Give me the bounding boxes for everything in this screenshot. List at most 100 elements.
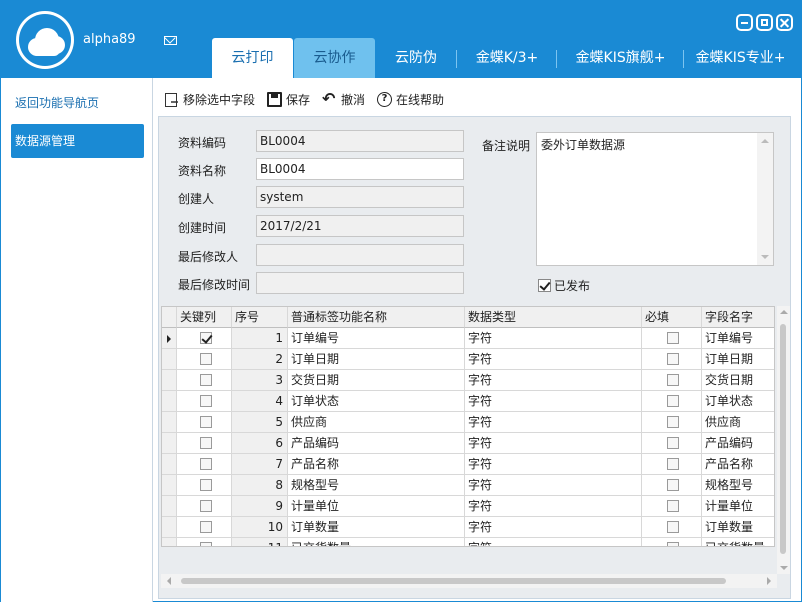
sidebar-item-back-nav[interactable]: 返回功能导航页 — [11, 86, 144, 120]
row-selector[interactable] — [162, 433, 177, 454]
table-row[interactable]: 2 订单日期 字符 订单日期 — [162, 349, 774, 370]
row-selector[interactable] — [162, 538, 177, 546]
required-checkbox[interactable] — [667, 499, 679, 512]
required-checkbox[interactable] — [667, 415, 679, 428]
remove-field-button[interactable]: 移除选中字段 — [164, 91, 255, 108]
key-checkbox[interactable] — [199, 436, 212, 449]
key-cell[interactable] — [177, 412, 232, 433]
key-cell[interactable] — [177, 454, 232, 475]
remarks-textarea[interactable]: 委外订单数据源 — [536, 132, 774, 266]
help-button[interactable]: ? 在线帮助 — [377, 91, 444, 108]
table-row[interactable]: 9 计量单位 字符 计量单位 — [162, 496, 774, 517]
row-selector[interactable] — [162, 412, 177, 433]
key-cell[interactable] — [177, 433, 232, 454]
type-cell[interactable]: 字符 — [465, 454, 642, 475]
type-cell[interactable]: 字符 — [465, 517, 642, 538]
modified-time-field[interactable] — [256, 272, 464, 294]
key-checkbox[interactable] — [199, 415, 212, 428]
name-cell[interactable]: 交货日期 — [288, 370, 465, 391]
field-cell[interactable]: 订单编号 — [702, 328, 774, 349]
name-field[interactable]: BL0004 — [256, 158, 464, 180]
name-cell[interactable]: 已交货数量 — [288, 538, 465, 546]
modifier-field[interactable] — [256, 244, 464, 266]
grid-horizontal-scrollbar[interactable] — [161, 574, 777, 588]
field-cell[interactable]: 规格型号 — [702, 475, 774, 496]
field-cell[interactable]: 产品名称 — [702, 454, 774, 475]
name-cell[interactable]: 产品编码 — [288, 433, 465, 454]
field-cell[interactable]: 已交货数量 — [702, 538, 774, 546]
required-checkbox[interactable] — [667, 352, 679, 365]
key-cell[interactable] — [177, 496, 232, 517]
name-cell[interactable]: 计量单位 — [288, 496, 465, 517]
field-cell[interactable]: 订单数量 — [702, 517, 774, 538]
field-cell[interactable]: 供应商 — [702, 412, 774, 433]
required-checkbox[interactable] — [667, 520, 679, 533]
table-row[interactable]: 8 规格型号 字符 规格型号 — [162, 475, 774, 496]
scroll-down-icon[interactable] — [761, 255, 769, 259]
type-cell[interactable]: 字符 — [465, 391, 642, 412]
name-cell[interactable]: 订单数量 — [288, 517, 465, 538]
key-cell[interactable] — [177, 517, 232, 538]
type-cell[interactable]: 字符 — [465, 496, 642, 517]
key-checkbox[interactable] — [199, 352, 212, 365]
grid-vertical-scrollbar[interactable] — [777, 306, 790, 574]
tab-kingdee-kis-flagship[interactable]: 金蝶KIS旗舰+ — [557, 38, 684, 78]
key-cell[interactable] — [177, 538, 232, 546]
created-time-field[interactable]: 2017/2/21 — [256, 215, 464, 237]
required-cell[interactable] — [642, 370, 702, 391]
row-selector[interactable] — [162, 391, 177, 412]
creator-field[interactable]: system — [256, 186, 464, 208]
key-cell[interactable] — [177, 349, 232, 370]
required-checkbox[interactable] — [667, 436, 679, 449]
table-row[interactable]: 10 订单数量 字符 订单数量 — [162, 517, 774, 538]
key-checkbox[interactable] — [199, 457, 212, 470]
required-cell[interactable] — [642, 328, 702, 349]
scroll-up-icon[interactable] — [780, 310, 788, 314]
name-cell[interactable]: 订单状态 — [288, 391, 465, 412]
save-button[interactable]: 保存 — [267, 91, 310, 108]
table-row[interactable]: 4 订单状态 字符 订单状态 — [162, 391, 774, 412]
type-cell[interactable]: 字符 — [465, 433, 642, 454]
type-cell[interactable]: 字符 — [465, 412, 642, 433]
field-cell[interactable]: 交货日期 — [702, 370, 774, 391]
sidebar-item-datasource[interactable]: 数据源管理 — [11, 124, 144, 158]
name-cell[interactable]: 规格型号 — [288, 475, 465, 496]
row-selector[interactable] — [162, 517, 177, 538]
key-cell[interactable] — [177, 370, 232, 391]
row-selector[interactable] — [162, 454, 177, 475]
row-selector[interactable] — [162, 328, 177, 349]
table-row[interactable]: 1 订单编号 字符 订单编号 — [162, 328, 774, 349]
required-checkbox[interactable] — [667, 394, 679, 407]
required-cell[interactable] — [642, 475, 702, 496]
required-cell[interactable] — [642, 538, 702, 546]
field-cell[interactable]: 产品编码 — [702, 433, 774, 454]
col-header-key[interactable]: 关键列 — [177, 307, 232, 328]
col-header-name[interactable]: 普通标签功能名称 — [288, 307, 465, 328]
table-row[interactable]: 6 产品编码 字符 产品编码 — [162, 433, 774, 454]
published-checkbox[interactable]: 已发布 — [538, 277, 590, 294]
table-row[interactable]: 3 交货日期 字符 交货日期 — [162, 370, 774, 391]
col-header-field[interactable]: 字段名字 — [702, 307, 774, 328]
key-checkbox[interactable] — [199, 499, 212, 512]
required-cell[interactable] — [642, 496, 702, 517]
type-cell[interactable]: 字符 — [465, 475, 642, 496]
row-selector[interactable] — [162, 370, 177, 391]
scroll-thumb[interactable] — [181, 578, 726, 584]
undo-button[interactable]: 撤消 — [322, 89, 365, 108]
name-cell[interactable]: 订单编号 — [288, 328, 465, 349]
close-icon[interactable] — [776, 14, 793, 31]
required-cell[interactable] — [642, 517, 702, 538]
key-checkbox[interactable] — [199, 478, 212, 491]
name-cell[interactable]: 供应商 — [288, 412, 465, 433]
code-field[interactable]: BL0004 — [256, 130, 464, 152]
key-checkbox[interactable] — [199, 520, 212, 533]
required-cell[interactable] — [642, 391, 702, 412]
tab-kingdee-k3[interactable]: 金蝶K/3+ — [457, 38, 557, 78]
key-cell[interactable] — [177, 475, 232, 496]
table-row[interactable]: 11已交货数量字符已交货数量 — [162, 538, 774, 546]
mail-icon[interactable] — [164, 36, 177, 45]
scroll-right-icon[interactable] — [767, 577, 771, 585]
scroll-thumb[interactable] — [780, 324, 786, 554]
tab-kingdee-kis-pro[interactable]: 金蝶KIS专业+ — [684, 38, 797, 78]
field-cell[interactable]: 计量单位 — [702, 496, 774, 517]
